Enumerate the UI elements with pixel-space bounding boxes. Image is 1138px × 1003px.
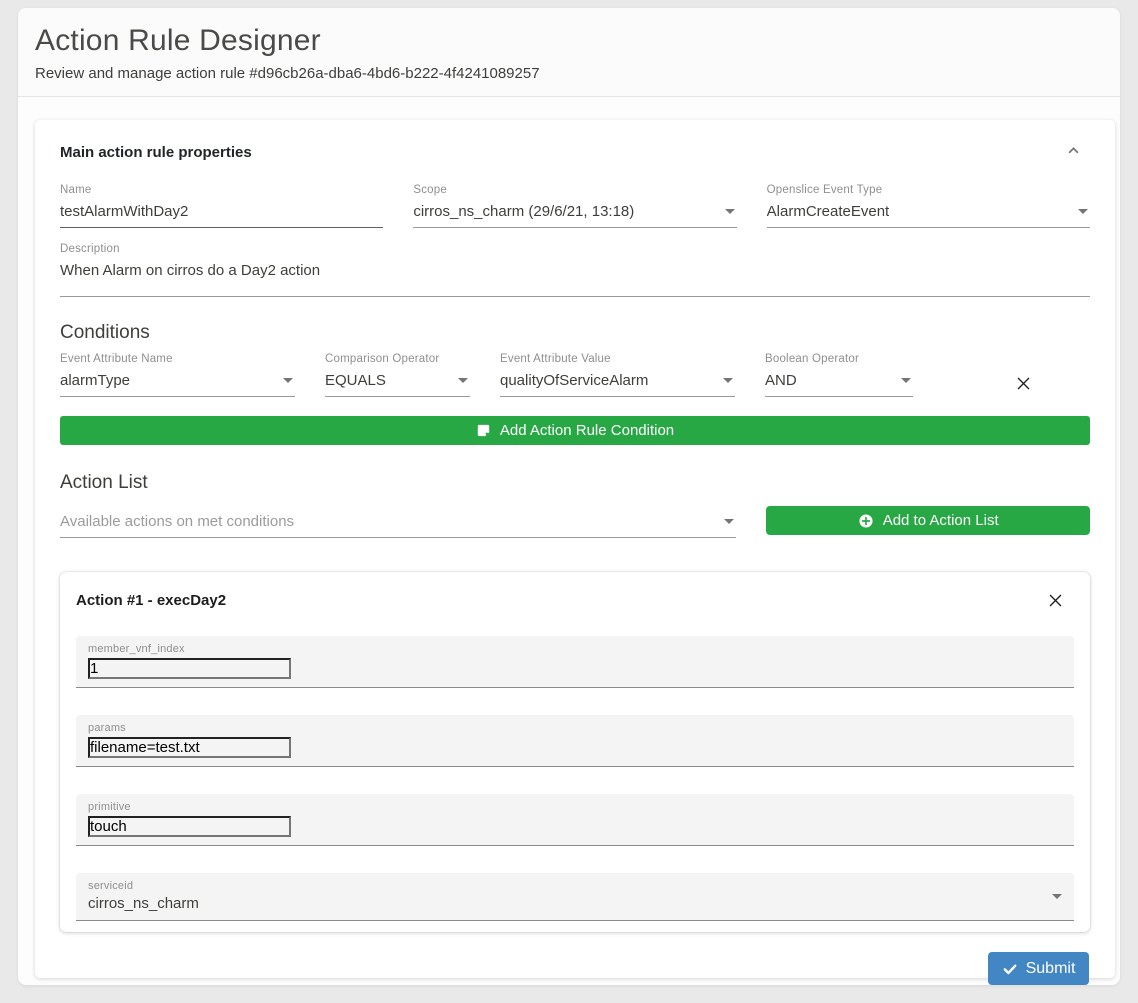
chevron-down-icon [1078,209,1088,214]
boolean-operator-select[interactable]: AND [765,367,913,397]
main-panel-title: Main action rule properties [60,144,252,161]
event-attribute-name-select[interactable]: alarmType [60,367,295,397]
main-rule-card: Main action rule properties Name Scope c… [35,120,1115,978]
scope-field-group: Scope cirros_ns_charm (29/6/21, 13:18) [413,184,736,228]
chevron-up-icon [1065,142,1082,159]
add-condition-label: Add Action Rule Condition [500,422,674,439]
chevron-down-icon [725,209,735,214]
description-field-group: Description [60,243,1090,297]
collapse-panel-button[interactable] [1065,142,1082,159]
chevron-down-icon [283,378,293,383]
serviceid-label: serviceid [88,880,1044,892]
page-title: Action Rule Designer [35,24,1103,58]
available-actions-select[interactable]: Available actions on met conditions [60,508,736,538]
comparison-operator-group: Comparison Operator EQUALS [325,353,470,397]
event-attribute-name-value: alarmType [60,372,130,389]
chevron-down-icon [1052,894,1062,899]
submit-label: Submit [1026,960,1076,978]
chevron-down-icon [724,519,734,524]
chevron-down-icon [901,378,911,383]
event-type-label: Openslice Event Type [767,184,1090,196]
primitive-label: primitive [88,801,1062,813]
member-vnf-index-label: member_vnf_index [88,643,1062,655]
action-rule-designer-page: Action Rule Designer Review and manage a… [18,8,1120,985]
action-card-title: Action #1 - execDay2 [76,592,226,609]
page-subtitle: Review and manage action rule #d96cb26a-… [35,65,1103,82]
scope-label: Scope [413,184,736,196]
name-field-group: Name [60,184,383,228]
comparison-operator-select[interactable]: EQUALS [325,367,470,397]
event-attribute-value-select[interactable]: qualityOfServiceAlarm [500,367,735,397]
params-field: params [76,715,1074,767]
name-input[interactable] [60,203,381,220]
boolean-operator-value: AND [765,372,797,389]
name-label: Name [60,184,383,196]
conditions-heading: Conditions [60,322,1090,344]
page-header: Action Rule Designer Review and manage a… [18,8,1120,97]
member-vnf-index-field: member_vnf_index [76,636,1074,688]
event-attribute-value-group: Event Attribute Value qualityOfServiceAl… [500,353,735,397]
serviceid-value: cirros_ns_charm [88,895,1044,912]
available-actions-group: Available actions on met conditions [60,506,736,538]
event-attribute-value-value: qualityOfServiceAlarm [500,372,648,389]
event-attribute-name-label: Event Attribute Name [60,353,295,365]
condition-row: Event Attribute Name alarmType Compariso… [60,353,1090,397]
check-icon [1002,961,1018,977]
chevron-down-icon [458,378,468,383]
scope-select[interactable]: cirros_ns_charm (29/6/21, 13:18) [413,198,736,228]
add-condition-button[interactable]: Add Action Rule Condition [60,416,1090,445]
event-attribute-name-group: Event Attribute Name alarmType [60,353,295,397]
add-circle-icon [858,513,874,529]
params-label: params [88,722,1062,734]
add-to-action-list-button[interactable]: Add to Action List [766,506,1090,535]
scope-value: cirros_ns_charm (29/6/21, 13:18) [413,203,634,220]
params-input[interactable] [88,737,291,758]
boolean-operator-group: Boolean Operator AND [765,353,913,397]
action-card: Action #1 - execDay2 member_vnf_index pa… [60,572,1090,932]
primitive-field: primitive [76,794,1074,846]
note-add-icon [476,423,491,438]
event-type-select[interactable]: AlarmCreateEvent [767,198,1090,228]
close-icon [1047,592,1064,609]
event-attribute-value-label: Event Attribute Value [500,353,735,365]
add-to-action-list-label: Add to Action List [883,512,999,529]
comparison-operator-label: Comparison Operator [325,353,470,365]
remove-action-button[interactable] [1047,592,1064,609]
event-type-field-group: Openslice Event Type AlarmCreateEvent [767,184,1090,228]
available-actions-placeholder: Available actions on met conditions [60,513,294,530]
boolean-operator-label: Boolean Operator [765,353,913,365]
member-vnf-index-input[interactable] [88,658,291,679]
description-input[interactable] [60,262,1088,279]
chevron-down-icon [723,378,733,383]
action-list-heading: Action List [60,472,1090,494]
event-type-value: AlarmCreateEvent [767,203,890,220]
submit-button[interactable]: Submit [988,952,1089,985]
serviceid-field[interactable]: serviceid cirros_ns_charm [76,873,1074,921]
close-icon [1015,375,1032,392]
primitive-input[interactable] [88,816,291,837]
description-label: Description [60,243,1090,255]
remove-condition-button[interactable] [1015,375,1032,392]
comparison-operator-value: EQUALS [325,372,386,389]
